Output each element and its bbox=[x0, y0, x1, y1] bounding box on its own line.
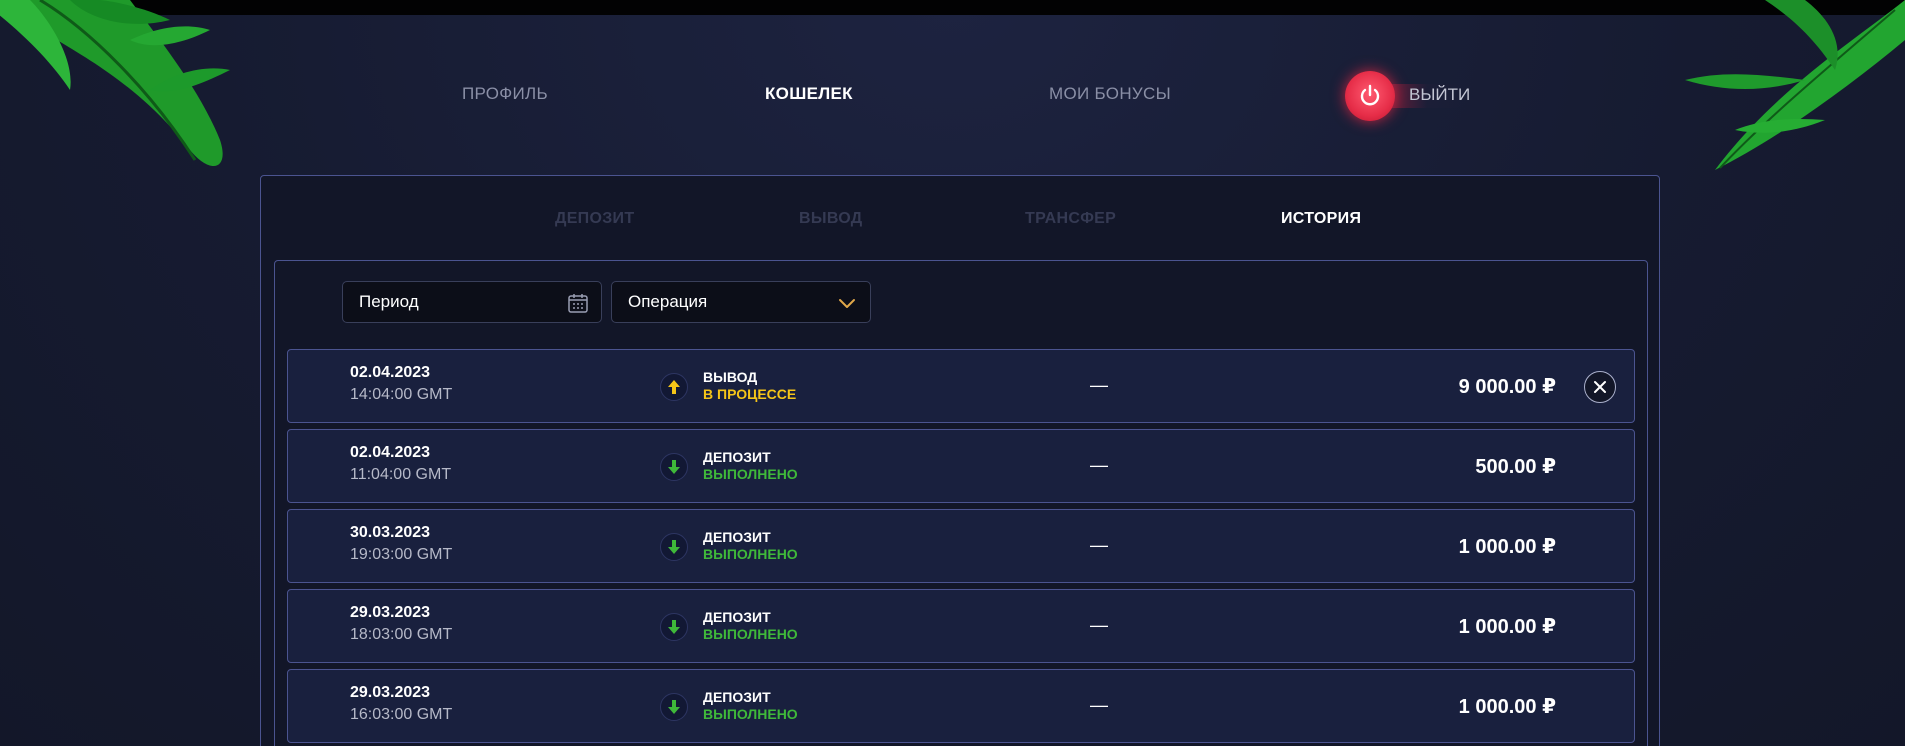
transaction-status: В ПРОЦЕССЕ bbox=[703, 386, 797, 402]
transaction-row: 29.03.2023 18:03:00 GMT ДЕПОЗИТ ВЫПОЛНЕН… bbox=[287, 589, 1635, 663]
transaction-amount: 1 000.00 ₽ bbox=[1458, 696, 1556, 718]
transaction-time: 14:04:00 GMT bbox=[350, 386, 453, 403]
tab-deposit[interactable]: ДЕПОЗИТ bbox=[555, 210, 634, 228]
nav-bonuses[interactable]: МОИ БОНУСЫ bbox=[1049, 84, 1171, 104]
transaction-time: 19:03:00 GMT bbox=[350, 546, 453, 563]
transaction-row: 30.03.2023 19:03:00 GMT ДЕПОЗИТ ВЫПОЛНЕН… bbox=[287, 509, 1635, 583]
transaction-date: 29.03.2023 bbox=[350, 684, 431, 701]
logout-label: ВЫЙТИ bbox=[1409, 85, 1471, 104]
transaction-date: 02.04.2023 bbox=[350, 444, 431, 461]
operation-label: Операция bbox=[628, 292, 708, 311]
logout-button[interactable]: ВЫЙТИ bbox=[1345, 70, 1485, 122]
arrow-down-icon bbox=[660, 453, 688, 481]
chevron-down-icon bbox=[839, 299, 855, 308]
transaction-details: — bbox=[1090, 455, 1108, 475]
transaction-status: ВЫПОЛНЕНО bbox=[703, 466, 798, 482]
transaction-status: ВЫПОЛНЕНО bbox=[703, 546, 798, 562]
transaction-details: — bbox=[1090, 695, 1108, 715]
transaction-status: ВЫПОЛНЕНО bbox=[703, 706, 798, 722]
transaction-time: 11:04:00 GMT bbox=[350, 466, 452, 483]
tab-transfer[interactable]: ТРАНСФЕР bbox=[1025, 210, 1116, 228]
transaction-row: 02.04.2023 14:04:00 GMT ВЫВОД В ПРОЦЕССЕ… bbox=[287, 349, 1635, 423]
wallet-panel: ДЕПОЗИТ ВЫВОД ТРАНСФЕР ИСТОРИЯ Период Оп… bbox=[260, 175, 1660, 746]
transaction-type: ДЕПОЗИТ bbox=[703, 609, 771, 625]
history-container: Период Операция 02.04.2023 14:04:00 GMT … bbox=[274, 260, 1648, 746]
nav-profile[interactable]: ПРОФИЛЬ bbox=[462, 84, 548, 104]
operation-select[interactable]: Операция bbox=[611, 281, 871, 323]
period-label: Период bbox=[359, 292, 419, 311]
arrow-down-icon bbox=[660, 533, 688, 561]
transaction-row: 02.04.2023 11:04:00 GMT ДЕПОЗИТ ВЫПОЛНЕН… bbox=[287, 429, 1635, 503]
arrow-up-icon bbox=[660, 373, 688, 401]
transaction-amount: 1 000.00 ₽ bbox=[1458, 616, 1556, 638]
top-nav: ПРОФИЛЬ КОШЕЛЕК МОИ БОНУСЫ bbox=[0, 80, 1905, 110]
arrow-down-icon bbox=[660, 613, 688, 641]
close-icon bbox=[1594, 381, 1606, 393]
transaction-time: 16:03:00 GMT bbox=[350, 706, 453, 723]
transaction-time: 18:03:00 GMT bbox=[350, 626, 453, 643]
transaction-type: ДЕПОЗИТ bbox=[703, 529, 771, 545]
transaction-amount: 500.00 ₽ bbox=[1475, 456, 1556, 478]
transaction-date: 29.03.2023 bbox=[350, 604, 431, 621]
period-field[interactable]: Период bbox=[342, 281, 602, 323]
tab-history[interactable]: ИСТОРИЯ bbox=[1281, 210, 1361, 228]
transaction-date: 30.03.2023 bbox=[350, 524, 431, 541]
nav-wallet[interactable]: КОШЕЛЕК bbox=[765, 84, 853, 104]
transaction-amount: 9 000.00 ₽ bbox=[1458, 376, 1556, 398]
transaction-row: 29.03.2023 16:03:00 GMT ДЕПОЗИТ ВЫПОЛНЕН… bbox=[287, 669, 1635, 743]
transaction-amount: 1 000.00 ₽ bbox=[1458, 536, 1556, 558]
arrow-down-icon bbox=[660, 693, 688, 721]
transaction-details: — bbox=[1090, 615, 1108, 635]
transaction-date: 02.04.2023 bbox=[350, 364, 431, 381]
calendar-icon bbox=[568, 294, 588, 313]
cancel-withdrawal-button[interactable] bbox=[1584, 371, 1616, 403]
transaction-type: ВЫВОД bbox=[703, 369, 758, 385]
power-icon[interactable] bbox=[1345, 71, 1395, 121]
transaction-status: ВЫПОЛНЕНО bbox=[703, 626, 798, 642]
transaction-details: — bbox=[1090, 535, 1108, 555]
tab-withdraw[interactable]: ВЫВОД bbox=[799, 210, 863, 228]
page: ПРОФИЛЬ КОШЕЛЕК МОИ БОНУСЫ ВЫЙТИ ДЕПОЗИТ… bbox=[0, 0, 1905, 746]
transaction-type: ДЕПОЗИТ bbox=[703, 689, 771, 705]
transaction-details: — bbox=[1090, 375, 1108, 395]
transaction-type: ДЕПОЗИТ bbox=[703, 449, 771, 465]
